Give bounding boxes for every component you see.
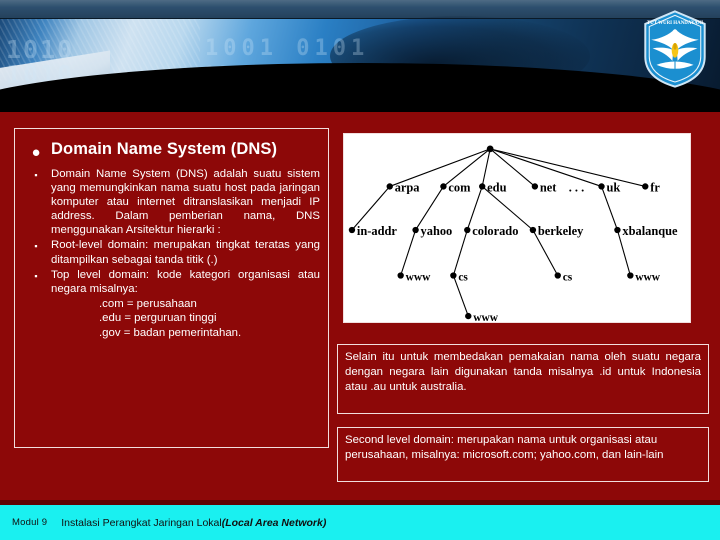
right-content-box-2: Second level domain: merupakan nama untu… — [337, 427, 709, 482]
bullet-item-3-text: Top level domain: kode kategori organisa… — [51, 268, 320, 295]
label-cs-berkeley: cs — [563, 271, 573, 283]
label-www-cs: www — [473, 312, 499, 322]
node-net — [531, 183, 539, 190]
node-www-yahoo — [397, 272, 404, 279]
label-in-addr: in-addr — [357, 224, 397, 238]
node-uk — [598, 183, 605, 190]
label-fr: fr — [650, 180, 660, 194]
right-paragraph-1: Selain itu untuk membedakan pemakaian na… — [345, 351, 701, 393]
bullet-item-2-text: Root-level domain: merupakan tingkat ter… — [51, 239, 320, 266]
node-cs-berkeley — [554, 272, 561, 279]
label-arpa: arpa — [395, 180, 420, 194]
label-berkeley: berkeley — [538, 224, 584, 238]
header-top-strip — [0, 0, 720, 19]
page-title: Domain Name System (DNS) — [51, 140, 278, 158]
right-content-box-1: Selain itu untuk membedakan pemakaian na… — [337, 344, 709, 414]
node-www-cs — [465, 312, 472, 320]
label-uk: uk — [606, 180, 620, 194]
dns-tree-svg: arpa com edu net . . . uk fr in-addr yah… — [348, 145, 678, 322]
slide-header-banner: 1010 1010 1001 0101 10111100011000010000… — [0, 0, 720, 112]
node-root — [486, 145, 494, 153]
bullet-item-2: ▪ Root-level domain: merupakan tingkat t… — [21, 238, 320, 266]
slide-footer: Modul 9 Instalasi Perangkat Jaringan Lok… — [0, 505, 720, 540]
sub-item-edu: .edu = perguruan tinggi — [99, 312, 217, 325]
node-yahoo — [412, 226, 419, 234]
node-xbalanque — [614, 226, 621, 234]
square-bullet-icon: ▪ — [34, 170, 38, 180]
node-berkeley — [529, 226, 537, 234]
footer-title-plain: Instalasi Perangkat Jaringan Lokal — [61, 516, 222, 529]
node-colorado — [464, 226, 471, 234]
slide-title-row: ● Domain Name System (DNS) — [21, 140, 320, 160]
node-www-xbalanque — [627, 272, 634, 279]
node-fr — [642, 183, 649, 190]
label-www-yahoo: www — [406, 271, 432, 283]
label-ellipsis: . . . — [569, 180, 585, 194]
bullet-item-3: ▪ Top level domain: kode kategori organi… — [21, 268, 320, 296]
node-cs-colorado — [450, 272, 457, 279]
footer-title-italic: (Local Area Network) — [221, 516, 327, 529]
binary-decor-row-3: 1001 0101 — [205, 36, 370, 61]
label-colorado: colorado — [472, 224, 518, 238]
title-bullet-icon: ● — [31, 144, 41, 161]
slide-body: ● Domain Name System (DNS) ▪ Domain Name… — [0, 112, 720, 505]
node-com — [440, 183, 447, 190]
left-content-box: ● Domain Name System (DNS) ▪ Domain Name… — [14, 128, 329, 448]
slide-root: 1010 1010 1001 0101 10111100011000010000… — [0, 0, 720, 540]
svg-text:TUT WURI HANDAYANI: TUT WURI HANDAYANI — [647, 21, 703, 26]
label-xbalanque: xbalanque — [622, 224, 678, 238]
node-arpa — [386, 183, 393, 190]
bullet-item-1: ▪ Domain Name System (DNS) adalah suatu … — [21, 167, 320, 237]
footer-module-label: Modul 9 — [12, 517, 48, 528]
node-in-addr — [348, 226, 356, 234]
label-www-xbalanque: www — [635, 271, 661, 283]
right-paragraph-2: Second level domain: merupakan nama untu… — [345, 434, 664, 461]
footer-title: Instalasi Perangkat Jaringan Lokal(Local… — [61, 517, 326, 529]
bullet-item-1-text: Domain Name System (DNS) adalah suatu si… — [51, 168, 320, 237]
square-bullet-icon: ▪ — [34, 270, 38, 281]
label-edu: edu — [487, 180, 506, 194]
square-bullet-icon: ▪ — [34, 241, 38, 252]
sub-item-gov: .gov = badan pemerintahan. — [99, 327, 242, 340]
label-cs-colorado: cs — [458, 271, 468, 283]
sub-item-com: .com = perusahaan — [99, 297, 197, 310]
node-edu — [479, 183, 486, 190]
label-net: net — [540, 180, 557, 194]
label-com: com — [448, 180, 471, 194]
tree-labels: arpa com edu net . . . uk fr in-addr yah… — [357, 180, 678, 322]
label-yahoo: yahoo — [421, 224, 453, 238]
tut-wuri-handayani-logo: TUT WURI HANDAYANI — [644, 10, 706, 88]
dns-hierarchy-diagram: arpa com edu net . . . uk fr in-addr yah… — [343, 133, 691, 323]
